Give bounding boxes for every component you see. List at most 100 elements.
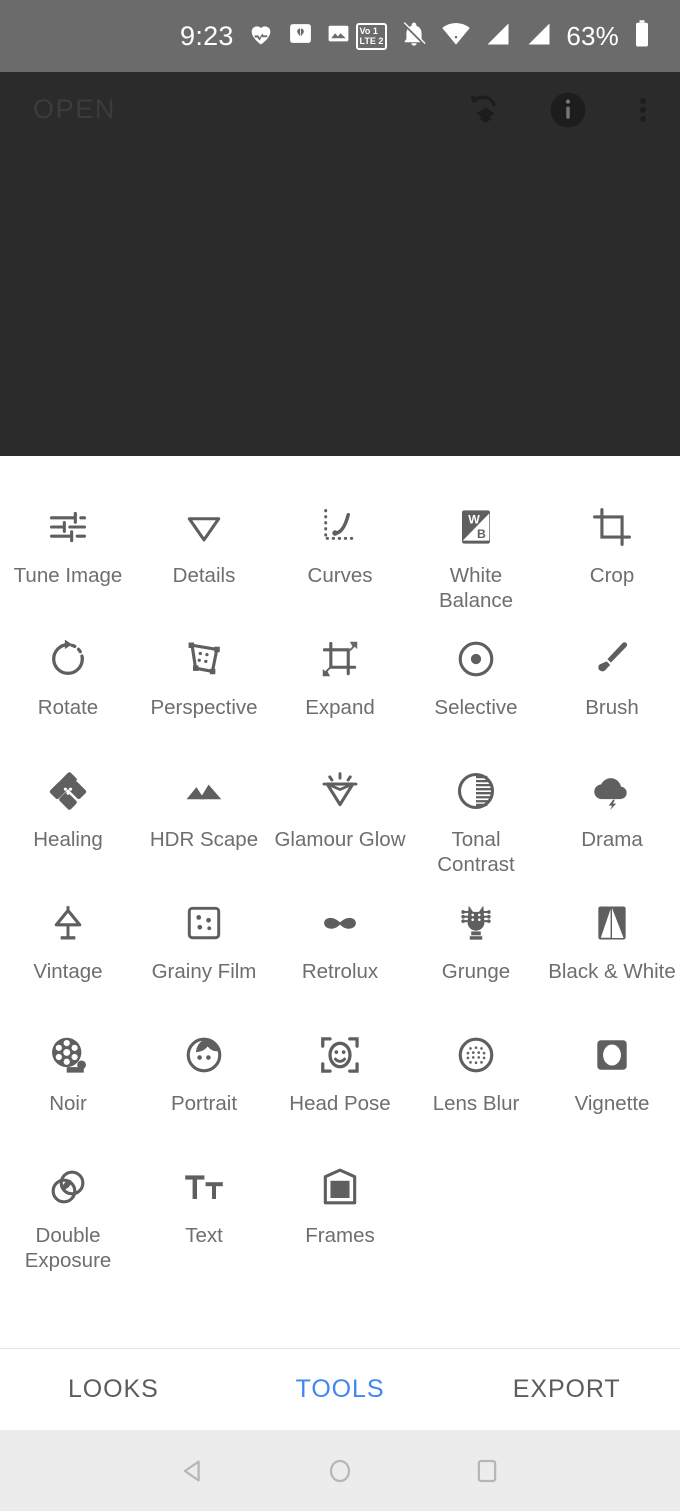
tool-label: Retrolux: [301, 960, 379, 983]
crop-icon: [590, 500, 634, 554]
tool-selective[interactable]: Selective: [408, 624, 544, 756]
tool-lens-blur[interactable]: Lens Blur: [408, 1020, 544, 1152]
tool-tonal-contrast[interactable]: Tonal Contrast: [408, 756, 544, 888]
tool-perspective[interactable]: Perspective: [136, 624, 272, 756]
tool-rotate[interactable]: Rotate: [0, 624, 136, 756]
hdr-scape-icon: [182, 764, 226, 818]
selective-icon: [454, 632, 498, 686]
tool-label: Grainy Film: [151, 960, 257, 983]
tool-label: Text: [185, 1224, 223, 1247]
tool-label: Crop: [589, 564, 635, 587]
home-icon[interactable]: [267, 1456, 414, 1486]
tools-grid: Tune Image Details Curves W B White Bala…: [0, 492, 680, 1284]
tool-label: Lens Blur: [432, 1092, 520, 1115]
tool-white-balance[interactable]: W B White Balance: [408, 492, 544, 624]
back-icon[interactable]: [120, 1456, 267, 1486]
volte-icon: Vo 1 LTE 2: [355, 22, 388, 50]
tool-label: Tune Image: [13, 564, 123, 587]
recents-icon[interactable]: [413, 1456, 560, 1486]
curves-icon: [318, 500, 362, 554]
tool-tune-image[interactable]: Tune Image: [0, 492, 136, 624]
tool-grainy-film[interactable]: Grainy Film: [136, 888, 272, 1020]
tool-vintage[interactable]: Vintage: [0, 888, 136, 1020]
status-bar: 9:23 Vo 1 LTE 2 63%: [0, 0, 680, 72]
tool-brush[interactable]: Brush: [544, 624, 680, 756]
black-and-white-icon: [591, 896, 633, 950]
tool-expand[interactable]: Expand: [272, 624, 408, 756]
wifi-icon: [441, 19, 471, 54]
tool-label: Head Pose: [289, 1092, 391, 1115]
tool-label: Double Exposure: [24, 1224, 112, 1272]
battery-percent-label: 63%: [566, 20, 619, 51]
vignette-icon: [591, 1028, 633, 1082]
tool-portrait[interactable]: Portrait: [136, 1020, 272, 1152]
open-button[interactable]: OPEN: [33, 94, 116, 125]
tool-label: Expand: [305, 696, 375, 719]
overflow-dot: [640, 106, 646, 113]
tune-image-icon: [46, 500, 90, 554]
image-canvas[interactable]: [0, 147, 680, 456]
overflow-menu-icon[interactable]: [628, 88, 658, 132]
tool-label: HDR Scape: [149, 828, 259, 851]
tool-label: Vignette: [574, 1092, 650, 1115]
bottom-tab-bar: LOOKS TOOLS EXPORT: [0, 1348, 680, 1430]
tool-label: Perspective: [150, 696, 258, 719]
tab-looks[interactable]: LOOKS: [0, 1375, 227, 1404]
tool-details[interactable]: Details: [136, 492, 272, 624]
tool-black-and-white[interactable]: Black & White: [544, 888, 680, 1020]
perspective-icon: [182, 632, 226, 686]
signal-2-icon: [525, 20, 553, 53]
tool-healing[interactable]: Healing: [0, 756, 136, 888]
cards-icon: [288, 21, 313, 51]
tool-curves[interactable]: Curves: [272, 492, 408, 624]
app-bar: OPEN: [0, 72, 680, 147]
signal-1-icon: [484, 20, 512, 53]
tab-tools[interactable]: TOOLS: [227, 1375, 454, 1404]
status-bar-left-group: 9:23: [180, 20, 351, 53]
overflow-dot: [640, 97, 646, 104]
status-bar-clock: 9:23: [180, 20, 234, 51]
tool-label: Drama: [581, 828, 643, 851]
retrolux-icon: [317, 896, 363, 950]
head-pose-icon: [317, 1028, 363, 1082]
heart-health-icon: [247, 20, 275, 53]
tool-label: Vintage: [33, 960, 103, 983]
tab-export[interactable]: EXPORT: [453, 1375, 680, 1404]
svg-text:W: W: [468, 513, 480, 527]
drama-icon: [590, 764, 634, 818]
status-bar-right-group: Vo 1 LTE 2 63%: [355, 19, 652, 54]
undo-stack-icon[interactable]: [464, 88, 508, 132]
grainy-film-icon: [183, 896, 225, 950]
tool-label: Selective: [434, 696, 518, 719]
tool-text[interactable]: Text: [136, 1152, 272, 1284]
tool-vignette[interactable]: Vignette: [544, 1020, 680, 1152]
tool-crop[interactable]: Crop: [544, 492, 680, 624]
healing-icon: [46, 764, 90, 818]
notifications-silenced-icon: [400, 20, 428, 53]
tool-noir[interactable]: Noir: [0, 1020, 136, 1152]
photo-icon: [326, 21, 351, 51]
tool-glamour-glow[interactable]: Glamour Glow: [272, 756, 408, 888]
tool-retrolux[interactable]: Retrolux: [272, 888, 408, 1020]
tool-label: Frames: [305, 1224, 375, 1247]
tool-grunge[interactable]: Grunge: [408, 888, 544, 1020]
tool-label: Grunge: [441, 960, 511, 983]
details-icon: [182, 500, 226, 554]
tool-drama[interactable]: Drama: [544, 756, 680, 888]
tool-label: Curves: [307, 564, 373, 587]
tool-label: Glamour Glow: [274, 828, 406, 851]
grunge-icon: [454, 896, 498, 950]
app-bar-actions: [464, 88, 658, 132]
tool-hdr-scape[interactable]: HDR Scape: [136, 756, 272, 888]
svg-text:B: B: [477, 527, 486, 541]
tool-frames[interactable]: Frames: [272, 1152, 408, 1284]
tool-head-pose[interactable]: Head Pose: [272, 1020, 408, 1152]
vintage-icon: [46, 896, 90, 950]
tool-double-exposure[interactable]: Double Exposure: [0, 1152, 136, 1284]
tool-label: Portrait: [170, 1092, 238, 1115]
tonal-contrast-icon: [454, 764, 498, 818]
info-icon[interactable]: [546, 88, 590, 132]
rotate-icon: [46, 632, 90, 686]
android-nav-bar: [0, 1430, 680, 1511]
tool-label: Noir: [49, 1092, 87, 1115]
